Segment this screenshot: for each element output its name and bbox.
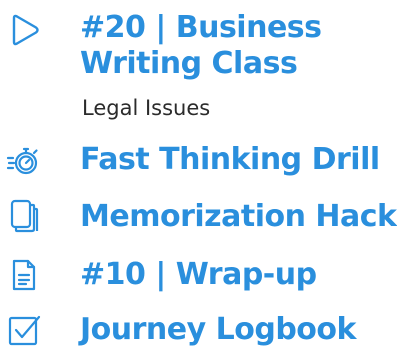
list-item-business-writing-class[interactable]: #20 | Business Writing Class Legal Issue… [0, 0, 397, 130]
title-line-2: Writing Class [80, 46, 298, 81]
item-subtitle: Legal Issues [82, 96, 211, 120]
list-item-wrap-up[interactable]: #10 | Wrap-up [0, 254, 397, 298]
checkbox-icon [6, 312, 42, 348]
play-outline-icon [6, 12, 42, 48]
list-item-memorization-hack[interactable]: Memorization Hack [0, 196, 397, 240]
item-title[interactable]: Journey Logbook [80, 312, 392, 348]
item-title[interactable]: #10 | Wrap-up [80, 257, 392, 293]
list-item-fast-thinking-drill[interactable]: Fast Thinking Drill [0, 138, 397, 182]
stacked-pages-icon [6, 198, 42, 234]
item-title[interactable]: Memorization Hack [80, 199, 397, 235]
item-title[interactable]: #20 | Business Writing Class [80, 10, 392, 82]
list-item-journey-logbook[interactable]: Journey Logbook [0, 309, 397, 353]
document-icon [6, 257, 42, 293]
item-title[interactable]: Fast Thinking Drill [80, 142, 392, 178]
title-line-1: #20 | Business [80, 10, 322, 45]
stopwatch-icon [6, 142, 42, 178]
